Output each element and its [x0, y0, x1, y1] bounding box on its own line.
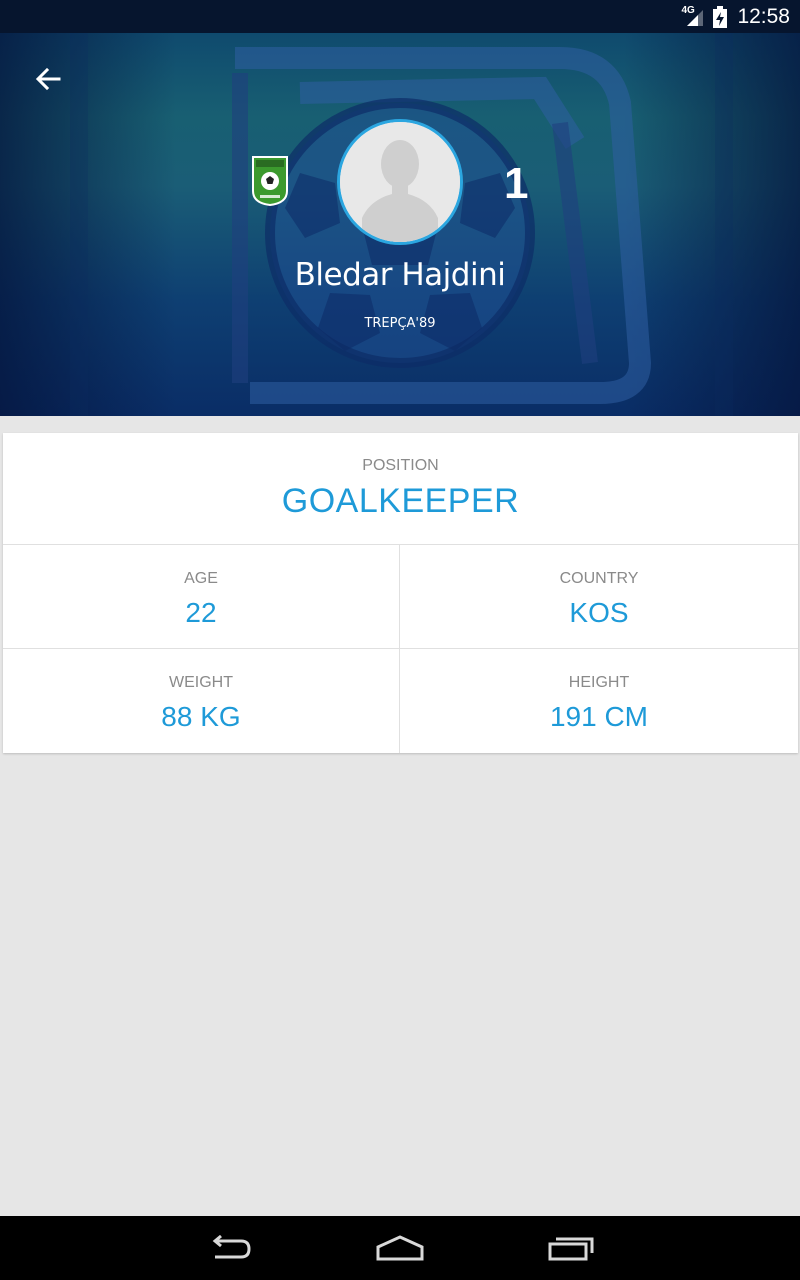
info-row-age-country: AGE 22 COUNTRY KOS	[3, 545, 798, 649]
height-value: 191 CM	[549, 701, 649, 732]
player-name: Bledar Hajdini	[294, 257, 506, 293]
arrow-left-icon	[35, 67, 61, 91]
nav-home-button[interactable]	[370, 1228, 430, 1268]
height-cell: HEIGHT 191 CM	[400, 649, 798, 753]
weight-cell: WEIGHT 88 KG	[3, 649, 400, 753]
signal-icon: 4G	[681, 5, 707, 28]
status-bar: 4G 12:58	[0, 0, 800, 33]
player-info-card: POSITION GOALKEEPER AGE 22 COUNTRY KOS W…	[3, 433, 798, 753]
nav-recents-icon	[548, 1237, 594, 1261]
team-name: TREPÇA'89	[364, 316, 436, 331]
nav-back-button[interactable]	[200, 1228, 260, 1268]
system-nav-bar	[0, 1216, 800, 1280]
club-crest-icon[interactable]	[251, 155, 289, 207]
country-label: COUNTRY	[559, 570, 639, 587]
person-placeholder-icon	[340, 122, 460, 242]
jersey-number: 1	[504, 159, 529, 208]
age-label: AGE	[184, 570, 218, 587]
clock: 12:58	[737, 4, 790, 28]
nav-recents-button[interactable]	[541, 1228, 601, 1268]
position-section: POSITION GOALKEEPER	[3, 433, 798, 545]
player-header: 1 Bledar Hajdini TREPÇA'89	[0, 33, 800, 416]
country-cell: COUNTRY KOS	[400, 545, 798, 649]
weight-label: WEIGHT	[169, 674, 233, 691]
back-button[interactable]	[28, 59, 68, 99]
status-icons: 4G 12:58	[681, 0, 790, 33]
weight-value: 88 KG	[161, 701, 241, 732]
country-value: KOS	[569, 597, 629, 628]
age-value: 22	[185, 597, 217, 628]
age-cell: AGE 22	[3, 545, 400, 649]
nav-back-icon	[212, 1235, 251, 1259]
nav-home-icon	[376, 1235, 424, 1261]
position-label: POSITION	[362, 457, 439, 474]
info-row-weight-height: WEIGHT 88 KG HEIGHT 191 CM	[3, 649, 798, 753]
position-value: GOALKEEPER	[281, 482, 520, 520]
player-avatar	[337, 119, 463, 245]
battery-charging-icon	[713, 5, 728, 28]
height-label: HEIGHT	[568, 674, 630, 691]
